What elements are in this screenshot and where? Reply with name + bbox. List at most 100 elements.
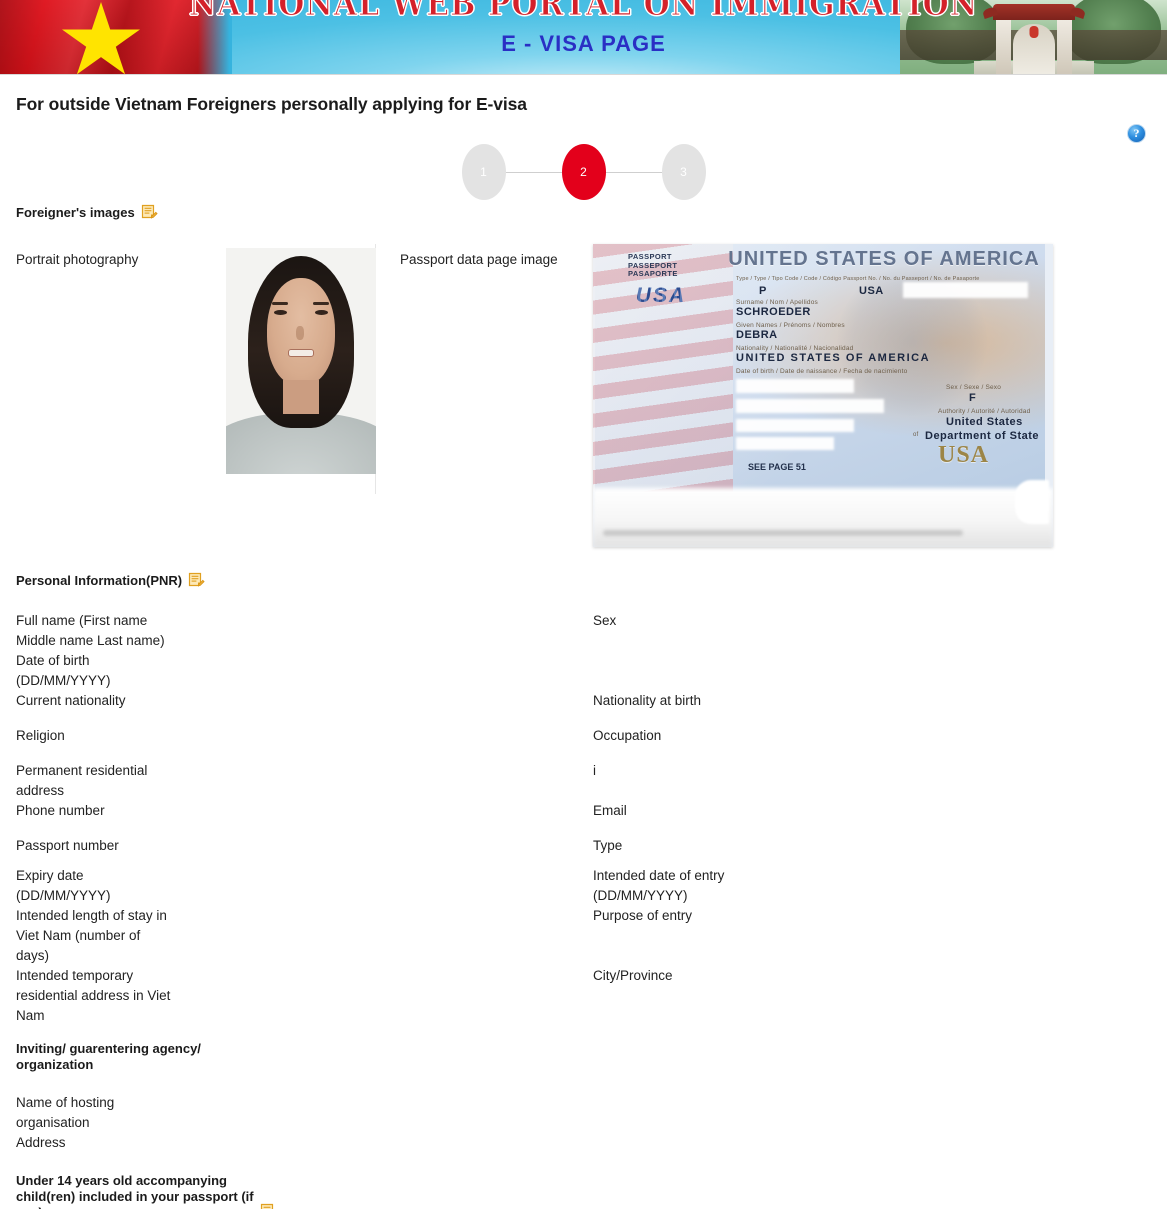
portrait-neck [283, 380, 319, 414]
pnr-left-field-row: Phone number [16, 801, 456, 821]
pnr-left-field-label: Intended length of stay in Viet Nam (num… [16, 908, 167, 963]
pnr-left-field-input[interactable] [276, 651, 456, 671]
inviting-field-row: Name of hosting organisation [16, 1093, 456, 1133]
pnr-left-field-label: Full name (First name Middle name Last n… [16, 613, 165, 648]
pnr-right-field-input[interactable] [853, 761, 1033, 781]
pnr-right-field-label: Intended date of entry (DD/MM/YYYY) [593, 868, 725, 903]
note-icon[interactable] [188, 572, 205, 589]
step-connector-1 [505, 171, 562, 173]
portrait-photo[interactable] [226, 248, 376, 474]
pnr-right-field-row: Sex [593, 611, 1033, 631]
step-2[interactable]: 2 [561, 144, 606, 200]
pnr-left-field-input[interactable] [276, 611, 456, 631]
passport-authority-of: of [913, 432, 919, 438]
pnr-left-field-input[interactable] [276, 866, 456, 886]
passport-footer-emblem: USA [938, 442, 990, 468]
pnr-left-field-row: Religion [16, 726, 456, 746]
passport-dob-label: Date of birth / Date de naissance / Fech… [736, 368, 908, 375]
passport-nationality-label: Nationality / Nationalité / Nacionalidad [736, 345, 854, 352]
pnr-right-field-row: Intended date of entry (DD/MM/YYYY) [593, 866, 1033, 906]
pnr-right-field-input[interactable] [853, 906, 1033, 926]
pnr-left-field-row: Intended temporary residential address i… [16, 966, 456, 1026]
passport-corner-highlight [1015, 480, 1049, 524]
pnr-left-field-input[interactable] [276, 761, 456, 781]
pnr-heading: Personal Information(PNR) [16, 572, 1151, 589]
portrait-brow-left [272, 302, 288, 305]
passport-authority-line1: United States [946, 416, 1023, 428]
pnr-right-field-label: Email [593, 803, 627, 818]
passport-sex-label: Sex / Sexe / Sexo [946, 384, 1002, 391]
pnr-heading-label: Personal Information(PNR) [16, 573, 183, 588]
pnr-left-field-label: Date of birth (DD/MM/YYYY) [16, 653, 111, 688]
pnr-left-field-row: Intended length of stay in Viet Nam (num… [16, 906, 456, 966]
passport-bottom-blur [593, 488, 1053, 547]
passport-given-names-value: DEBRA [736, 329, 778, 341]
pnr-left-field-label: Current nationality [16, 693, 126, 708]
pnr-right-field-input[interactable] [853, 836, 1033, 856]
step-3[interactable]: 3 [661, 144, 706, 200]
note-icon[interactable] [141, 204, 158, 221]
inviting-field-label: Address [16, 1135, 66, 1150]
pnr-right-field-label: City/Province [593, 968, 673, 983]
pnr-right-field-input[interactable] [853, 801, 1033, 821]
passport-see-page: SEE PAGE 51 [748, 462, 806, 472]
passport-authority-label: Authority / Autorité / Autoridad [938, 408, 1031, 415]
pnr-left-field-input[interactable] [276, 801, 456, 821]
passport-surname-value: SCHROEDER [736, 306, 811, 318]
passport-type-value: P [759, 285, 767, 297]
site-banner: NATIONAL WEB PORTAL ON IMMIGRATION E - V… [0, 0, 1167, 75]
foreigner-images-heading-label: Foreigner's images [16, 205, 135, 220]
pnr-right-field-row: Email [593, 801, 1033, 821]
pnr-right-field-input[interactable] [853, 611, 1033, 631]
foreigner-images-heading: Foreigner's images [16, 204, 1151, 221]
passport-place-redaction [736, 399, 884, 413]
pnr-right-field-input[interactable] [853, 691, 1033, 711]
pnr-left-field-input[interactable] [276, 726, 456, 746]
pnr-right-field-label: Type [593, 838, 623, 853]
pnr-left-field-row: Date of birth (DD/MM/YYYY) [16, 651, 456, 691]
pnr-left-field-input[interactable] [276, 691, 456, 711]
portrait-eye-right [315, 310, 328, 315]
passport-data-page-image[interactable]: PASSPORT PASSEPORT PASAPORTE USA UNITED ST… [593, 244, 1053, 547]
pnr-left-field-input[interactable] [276, 836, 456, 856]
portrait-mouth [288, 349, 314, 357]
passport-surname-label: Surname / Nom / Apellidos [736, 299, 818, 306]
pnr-right-field-label: Purpose of entry [593, 908, 693, 923]
pnr-left-field-label: Passport number [16, 838, 119, 853]
portrait-brow-right [313, 302, 329, 305]
pnr-left-field-row: Permanent residential address [16, 761, 456, 801]
passport-nationality-value: UNITED STATES OF AMERICA [736, 352, 931, 364]
images-row: Portrait photography Passport data page … [16, 244, 1151, 554]
pnr-left-field-row: Expiry date (DD/MM/YYYY) [16, 866, 456, 906]
pnr-right-field-input[interactable] [853, 866, 1033, 886]
banner-title-group: NATIONAL WEB PORTAL ON IMMIGRATION E - V… [0, 0, 1167, 57]
pnr-right-field-input[interactable] [853, 726, 1033, 746]
portrait-cell [210, 244, 376, 494]
note-icon[interactable] [260, 1203, 277, 1209]
passport-usa-emblem: USA [605, 284, 717, 310]
pnr-left-field-row: Passport number [16, 836, 456, 856]
passport-code-value: USA [859, 285, 884, 297]
portrait-label: Portrait photography [16, 252, 139, 267]
inviting-field-input[interactable] [276, 1093, 456, 1113]
step-1[interactable]: 1 [461, 144, 506, 200]
pnr-left-field-input[interactable] [276, 966, 456, 986]
pnr-left-field-label: Intended temporary residential address i… [16, 968, 171, 1023]
pnr-right-field-input[interactable] [853, 966, 1033, 986]
pnr-left-field-input[interactable] [276, 906, 456, 926]
banner-main-title: NATIONAL WEB PORTAL ON IMMIGRATION [188, 0, 979, 25]
pnr-right-field-row: Nationality at birth [593, 691, 1033, 711]
inviting-agency-heading: Inviting/ guarentering agency/ organizat… [16, 1041, 201, 1072]
pnr-right-field-label: Occupation [593, 728, 662, 743]
children-section-heading: Under 14 years old accompanying child(re… [16, 1173, 1151, 1209]
inviting-field-label: Name of hosting organisation [16, 1095, 115, 1130]
pnr-left-field-label: Religion [16, 728, 65, 743]
help-question-icon[interactable]: ? [1127, 124, 1146, 143]
passport-flag-stripes [593, 244, 733, 492]
pnr-left-field-label: Permanent residential address [16, 763, 148, 798]
passport-cell: PASSPORT PASSEPORT PASAPORTE USA UNITED ST… [593, 244, 1053, 554]
children-heading-label: Under 14 years old accompanying child(re… [16, 1173, 254, 1209]
pnr-left-field-row: Current nationality [16, 691, 456, 711]
passport-label: Passport data page image [400, 252, 558, 267]
inviting-field-input[interactable] [276, 1133, 456, 1153]
